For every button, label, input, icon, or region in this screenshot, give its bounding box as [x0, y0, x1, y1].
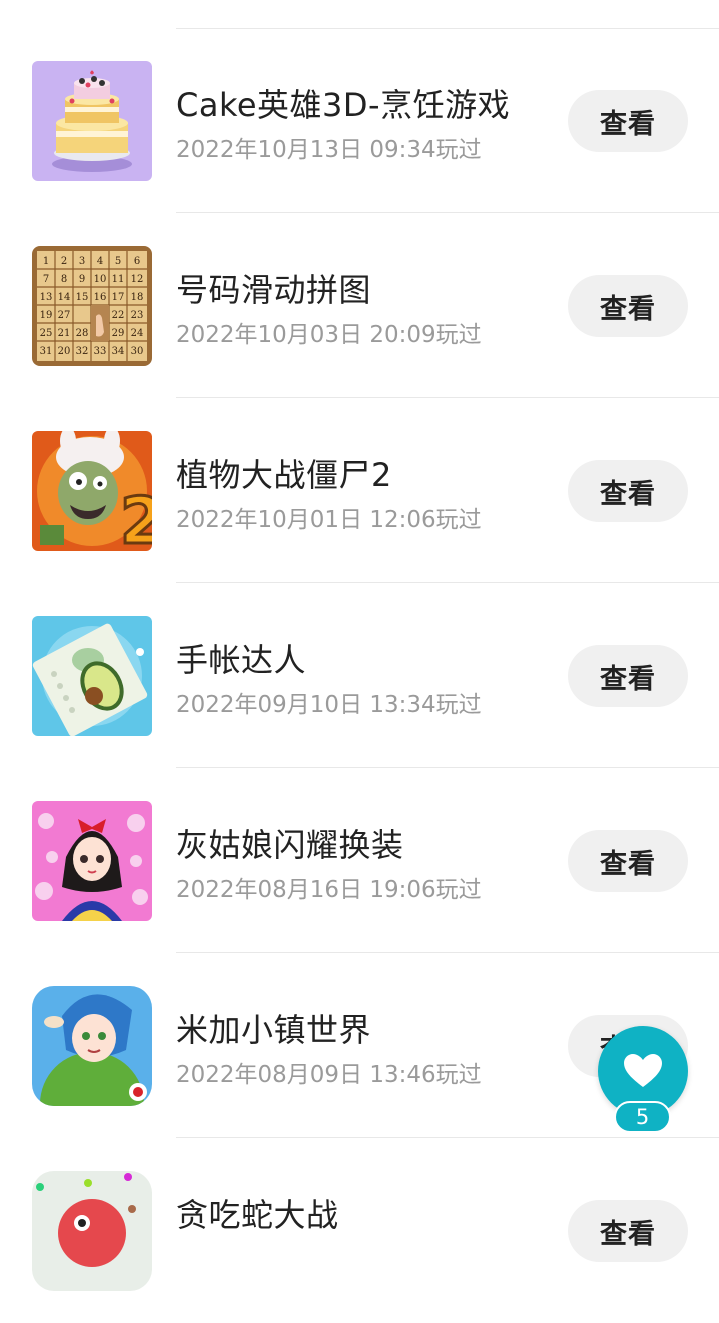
svg-text:21: 21 — [58, 328, 71, 339]
svg-text:5: 5 — [115, 256, 121, 267]
number-puzzle-game-icon[interactable]: 123456 7 8 9 10 11 12 13 14 15 16 17 18 19 27 22 23 2… — [32, 246, 152, 366]
game-row-dress-up[interactable]: 灰姑娘闪耀换装 2022年08月16日 19:06玩过 查看 — [0, 768, 719, 953]
svg-text:30: 30 — [131, 346, 144, 357]
svg-text:3: 3 — [79, 256, 85, 267]
played-time: 2022年10月13日 09:34玩过 — [176, 137, 482, 163]
svg-text:2: 2 — [120, 485, 152, 551]
journal-game-icon[interactable] — [32, 616, 152, 736]
svg-text:4: 4 — [97, 256, 103, 267]
svg-text:20: 20 — [58, 346, 71, 357]
game-title: 贪吃蛇大战 — [176, 1196, 339, 1234]
favorite-count-badge: 5 — [614, 1101, 671, 1133]
view-button[interactable]: 查看 — [568, 830, 688, 892]
svg-text:22: 22 — [112, 310, 125, 321]
view-button[interactable]: 查看 — [568, 275, 688, 337]
game-title: 植物大战僵尸2 — [176, 456, 392, 494]
svg-text:13: 13 — [40, 292, 53, 303]
svg-text:6: 6 — [134, 256, 140, 267]
game-title: 灰姑娘闪耀换装 — [176, 826, 404, 864]
svg-text:25: 25 — [40, 328, 53, 339]
svg-text:1: 1 — [43, 256, 49, 267]
game-row-number-puzzle[interactable]: 123456 7 8 9 10 11 12 13 14 15 16 17 18 19 27 22 23 2… — [0, 213, 719, 398]
view-button[interactable]: 查看 — [568, 1200, 688, 1262]
svg-text:10: 10 — [94, 274, 107, 285]
svg-text:7: 7 — [43, 274, 49, 285]
snake-game-icon[interactable] — [32, 1171, 152, 1291]
played-time: 2022年10月01日 12:06玩过 — [176, 507, 482, 533]
svg-text:24: 24 — [131, 328, 144, 339]
game-row-plants-vs-zombies[interactable]: 2 植物大战僵尸2 2022年10月01日 12:06玩过 查看 — [0, 398, 719, 583]
played-time: 2022年08月16日 19:06玩过 — [176, 877, 482, 903]
played-time: 2022年08月09日 13:46玩过 — [176, 1062, 482, 1088]
svg-text:2: 2 — [61, 256, 67, 267]
svg-text:9: 9 — [79, 274, 85, 285]
svg-text:8: 8 — [61, 274, 67, 285]
svg-text:19: 19 — [40, 310, 53, 321]
svg-text:17: 17 — [112, 292, 125, 303]
heart-icon — [624, 1054, 662, 1087]
svg-text:27: 27 — [58, 310, 71, 321]
svg-text:33: 33 — [94, 346, 107, 357]
game-title: 米加小镇世界 — [176, 1011, 372, 1049]
miga-town-game-icon[interactable] — [32, 986, 152, 1106]
svg-text:15: 15 — [76, 292, 89, 303]
game-row-snake[interactable]: 贪吃蛇大战 查看 — [0, 1138, 719, 1323]
game-row-journal[interactable]: 手帐达人 2022年09月10日 13:34玩过 查看 — [0, 583, 719, 768]
plants-vs-zombies-game-icon[interactable]: 2 — [32, 431, 152, 551]
svg-text:12: 12 — [131, 274, 144, 285]
svg-text:14: 14 — [58, 292, 71, 303]
svg-text:23: 23 — [131, 310, 144, 321]
svg-text:32: 32 — [76, 346, 89, 357]
svg-text:18: 18 — [131, 292, 144, 303]
played-time: 2022年09月10日 13:34玩过 — [176, 692, 482, 718]
game-title: Cake英雄3D-烹饪游戏 — [176, 86, 511, 124]
game-title: 手帐达人 — [176, 641, 307, 679]
game-title: 号码滑动拼图 — [176, 271, 372, 309]
played-time: 2022年10月03日 20:09玩过 — [176, 322, 482, 348]
svg-text:16: 16 — [94, 292, 107, 303]
dress-up-game-icon[interactable] — [32, 801, 152, 921]
svg-text:11: 11 — [112, 274, 125, 285]
view-button[interactable]: 查看 — [568, 90, 688, 152]
game-row-cake[interactable]: Cake英雄3D-烹饪游戏 2022年10月13日 09:34玩过 查看 — [0, 28, 719, 213]
svg-text:28: 28 — [76, 328, 89, 339]
svg-text:34: 34 — [112, 346, 125, 357]
svg-text:29: 29 — [112, 328, 125, 339]
view-button[interactable]: 查看 — [568, 460, 688, 522]
cake-game-icon[interactable] — [32, 61, 152, 181]
svg-text:31: 31 — [40, 346, 53, 357]
view-button[interactable]: 查看 — [568, 645, 688, 707]
